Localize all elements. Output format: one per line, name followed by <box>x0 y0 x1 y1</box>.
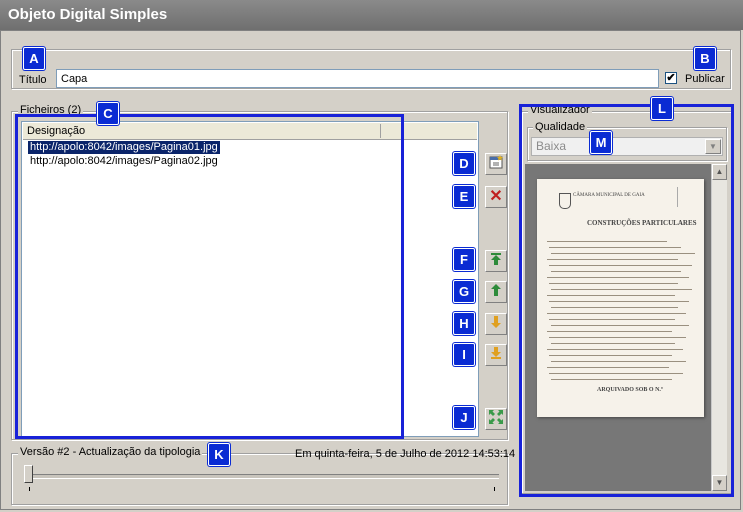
move-top-button[interactable] <box>485 250 507 272</box>
annotation-badge: C <box>97 102 119 125</box>
annotation-badge: F <box>453 248 475 271</box>
move-up-icon <box>491 284 501 296</box>
annotation-badge: M <box>590 131 612 154</box>
annotation-badge: D <box>453 152 475 175</box>
move-up-button[interactable] <box>485 281 507 303</box>
annotation-badge: A <box>23 47 45 70</box>
version-label: Versão #2 - Actualização da tipologia <box>18 446 203 458</box>
dialog-body: Título Capa ✔ Publicar Ficheiros (2) Des… <box>0 30 741 510</box>
version-slider-thumb[interactable] <box>24 465 33 483</box>
publish-label: Publicar <box>685 73 725 85</box>
expand-button[interactable] <box>485 408 507 430</box>
expand-icon <box>489 410 503 424</box>
move-bottom-icon <box>491 347 501 359</box>
slider-tick <box>494 487 495 491</box>
annotation-badge: L <box>651 97 673 120</box>
window-title: Objeto Digital Simples <box>8 6 168 23</box>
move-down-button[interactable] <box>485 313 507 335</box>
annotation-badge: G <box>453 280 475 303</box>
title-label: Título <box>19 74 47 86</box>
publish-checkbox[interactable]: ✔ <box>665 72 677 84</box>
annotation-badge: I <box>453 343 475 366</box>
version-group <box>11 453 508 505</box>
title-input[interactable]: Capa <box>56 69 659 88</box>
move-bottom-button[interactable] <box>485 344 507 366</box>
delete-icon: ✕ <box>489 188 503 205</box>
add-file-button[interactable] <box>485 153 507 175</box>
version-slider-track[interactable] <box>27 474 499 479</box>
annotation-badge: K <box>208 443 230 466</box>
annotation-box-files <box>15 114 404 439</box>
annotation-badge: H <box>453 312 475 335</box>
move-top-icon <box>491 253 501 265</box>
version-date: Em quinta-feira, 5 de Julho de 2012 14:5… <box>295 448 516 460</box>
add-file-icon <box>489 155 503 169</box>
slider-tick <box>29 487 30 491</box>
annotation-box-viewer <box>519 104 734 497</box>
annotation-badge: J <box>453 406 475 429</box>
move-down-icon <box>491 316 501 328</box>
annotation-badge: B <box>694 47 716 70</box>
window-titlebar: Objeto Digital Simples <box>0 0 743 30</box>
annotation-badge: E <box>453 185 475 208</box>
delete-button[interactable]: ✕ <box>485 186 507 208</box>
